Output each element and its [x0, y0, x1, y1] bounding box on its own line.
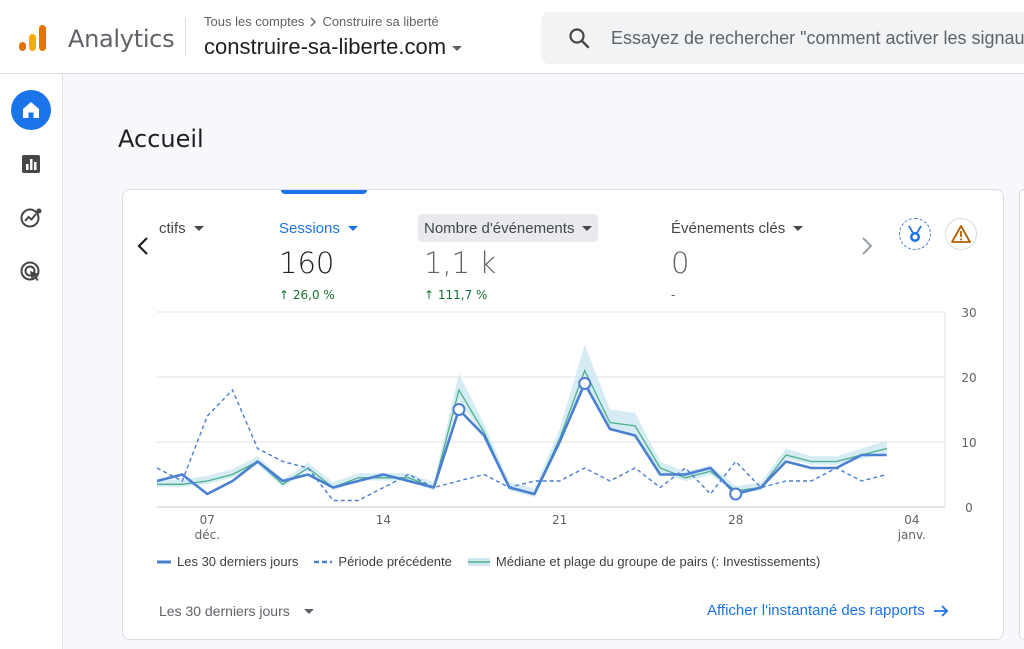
nav-advertising-button[interactable] — [11, 252, 51, 292]
date-range-selector[interactable]: Les 30 derniers jours — [159, 603, 314, 619]
analytics-logo[interactable] — [16, 22, 50, 56]
breadcrumb-current[interactable]: Construire sa liberté — [322, 14, 438, 29]
metric-label: Sessions — [279, 219, 340, 237]
metric-change: ↑ 26,0 % — [279, 288, 335, 302]
selected-metric-indicator — [281, 190, 367, 194]
benchmark-badge-icon[interactable] — [899, 218, 931, 250]
metric-tab-event-count[interactable]: Nombre d'événements 1,1 k ↑ 111,7 % — [418, 214, 599, 302]
legend-solid-line-icon — [157, 560, 171, 563]
metric-label: Nombre d'événements — [424, 219, 575, 237]
dropdown-arrow-icon — [793, 225, 804, 231]
chevron-right-icon[interactable] — [857, 234, 877, 258]
search-icon — [569, 28, 590, 49]
data-point-marker[interactable] — [452, 403, 466, 416]
caret-down-icon — [452, 45, 463, 51]
metric-change: ↑ 111,7 % — [424, 288, 488, 302]
metric-tab-sessions[interactable]: Sessions 160 ↑ 26,0 % — [279, 214, 358, 302]
nav-explore-button[interactable] — [11, 198, 51, 238]
y-tick-label: 20 — [961, 371, 976, 385]
advertising-icon — [20, 261, 40, 281]
home-icon — [23, 102, 39, 118]
dropdown-arrow-icon — [303, 608, 314, 614]
left-nav — [0, 74, 63, 649]
search-input[interactable] — [611, 12, 1024, 64]
arrow-up-icon: ↑ — [279, 288, 293, 302]
metric-value: 1,1 k — [424, 246, 497, 280]
sessions-line-chart[interactable]: 0 10 20 30 07déc. 14 21 28 04janv. — [123, 302, 1003, 562]
dropdown-arrow-icon — [193, 225, 204, 231]
metric-label: Événements clés — [671, 219, 786, 237]
legend-band-icon — [467, 557, 490, 566]
breadcrumb[interactable]: Tous les comptes Construire sa liberté — [204, 14, 439, 29]
legend-item-previous[interactable]: Période précédente — [314, 554, 452, 569]
current-period-line — [156, 382, 887, 496]
legend-item-current[interactable]: Les 30 derniers jours — [157, 554, 298, 569]
reports-icon — [22, 155, 40, 173]
nav-reports-button[interactable] — [11, 144, 51, 184]
y-tick-label: 10 — [961, 436, 976, 450]
legend-item-benchmark[interactable]: Médiane et plage du groupe de pairs (: I… — [467, 554, 820, 569]
explore-icon — [20, 208, 42, 228]
metric-value: 0 — [671, 246, 690, 280]
metric-label: ctifs — [159, 219, 186, 237]
x-tick-label: 07 — [200, 513, 215, 527]
x-tick-label: 21 — [552, 513, 567, 527]
metric-change: - — [671, 288, 676, 302]
header-divider — [185, 18, 186, 56]
metric-tab-key-events[interactable]: Événements clés 0 - — [671, 214, 804, 302]
page-title: Accueil — [118, 125, 204, 153]
y-tick-label: 30 — [961, 306, 976, 320]
data-point-marker[interactable] — [578, 377, 592, 390]
x-tick-sublabel: janv. — [897, 528, 926, 542]
dropdown-arrow-icon — [347, 225, 358, 231]
property-name: construire-sa-liberte.com — [204, 34, 447, 59]
arrow-up-icon: ↑ — [424, 288, 438, 302]
adjacent-card-edge — [1019, 189, 1024, 640]
chart-legend: Les 30 derniers jours Période précédente… — [157, 554, 820, 569]
previous-period-line — [156, 388, 887, 502]
dropdown-arrow-icon — [582, 225, 593, 231]
benchmark-range-band — [157, 344, 887, 498]
y-tick-label: 0 — [965, 501, 973, 515]
x-tick-sublabel: déc. — [195, 528, 220, 542]
overview-card: ctifs Sessions 160 ↑ 26,0 % Nombre d'évé… — [122, 189, 1004, 640]
arrow-right-icon — [933, 604, 948, 617]
x-tick-label: 14 — [376, 513, 391, 527]
nav-home-button[interactable] — [11, 90, 51, 130]
x-tick-label: 04 — [904, 513, 919, 527]
breadcrumb-parent[interactable]: Tous les comptes — [204, 14, 304, 29]
metric-tab-users[interactable]: ctifs — [159, 214, 229, 242]
search-bar[interactable] — [541, 12, 1024, 64]
metric-value: 160 — [279, 246, 335, 280]
chevron-right-icon — [310, 17, 317, 26]
x-tick-label: 28 — [728, 513, 743, 527]
app-name: Analytics — [68, 25, 175, 53]
view-reports-snapshot-link[interactable]: Afficher l'instantané des rapports — [707, 602, 949, 619]
top-bar: Analytics Tous les comptes Construire sa… — [0, 0, 1024, 74]
chevron-left-icon[interactable] — [133, 234, 153, 258]
data-point-marker[interactable] — [729, 487, 743, 501]
property-selector[interactable]: construire-sa-liberte.com — [204, 34, 463, 60]
legend-dashed-line-icon — [314, 560, 333, 563]
warning-icon[interactable] — [945, 218, 977, 250]
benchmark-median-line — [157, 368, 887, 495]
